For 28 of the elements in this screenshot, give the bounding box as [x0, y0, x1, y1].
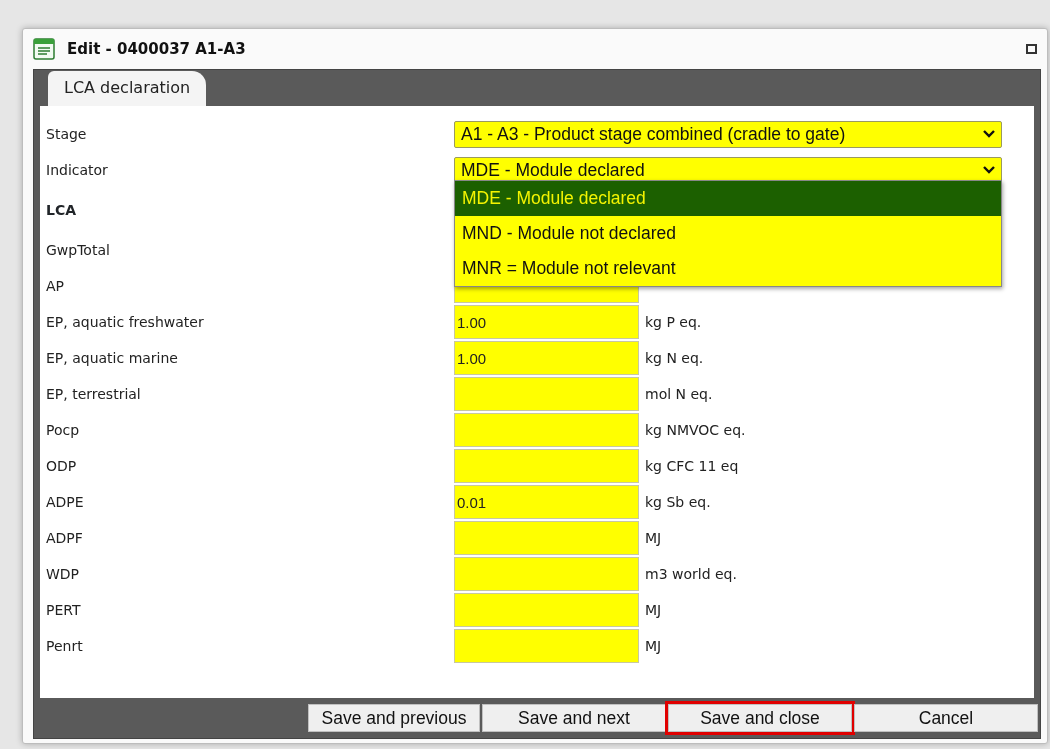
unit-label: MJ	[645, 600, 662, 620]
field-label: ODP	[46, 456, 78, 476]
section-heading: LCA	[46, 201, 77, 220]
field-label: Indicator	[46, 160, 109, 180]
unit-label: kg NMVOC eq.	[645, 420, 746, 440]
unit-label: m3 world eq.	[645, 564, 737, 584]
field-label: EP, aquatic freshwater	[46, 312, 205, 332]
field-label: GwpTotal	[46, 240, 111, 260]
unit-label: mol N eq.	[645, 384, 713, 404]
window-title: Edit - 0400037 A1-A3	[67, 38, 246, 60]
field-label: AP	[46, 276, 66, 296]
unit-label: kg P eq.	[645, 312, 702, 332]
field-label: EP, aquatic marine	[46, 348, 179, 368]
field-label: ADPE	[46, 492, 85, 512]
unit-label: kg Sb eq.	[645, 492, 711, 512]
field-label: PERT	[46, 600, 82, 620]
field-label: Stage	[46, 124, 88, 144]
field-label: Pocp	[46, 420, 81, 440]
unit-label: MJ	[645, 528, 662, 548]
field-label: WDP	[46, 564, 81, 584]
field-label: Penrt	[46, 636, 84, 656]
unit-label: kg CFC 11 eq	[645, 456, 739, 476]
unit-label: kg N eq.	[645, 348, 704, 368]
unit-label: MJ	[645, 636, 662, 656]
field-label: ADPF	[46, 528, 84, 548]
select-value: MDE - Module declared	[461, 158, 645, 182]
field-label: EP, terrestrial	[46, 384, 142, 404]
select-value: A1 - A3 - Product stage combined (cradle to gate)	[461, 122, 846, 146]
